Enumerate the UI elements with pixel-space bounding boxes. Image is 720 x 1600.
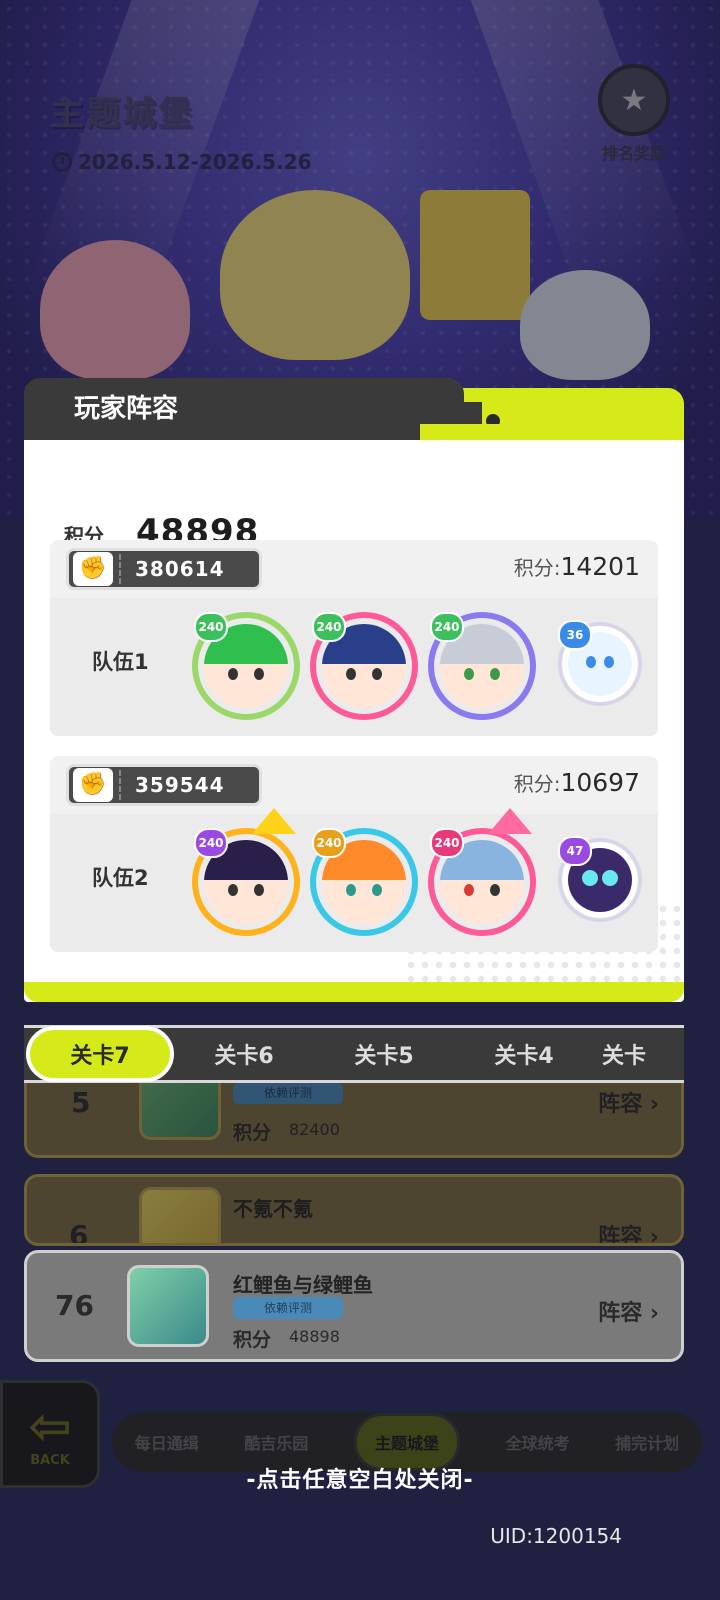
player-id-chip: ✊ 380614 — [66, 548, 262, 590]
modal-body: 积分 48898 ✊ 380614 积分:14201 队伍1 240 240 2… — [24, 424, 684, 1002]
eye — [464, 884, 474, 896]
team-score-label: 积分: — [513, 556, 561, 580]
team-card: ✊ 359544 积分:10697 队伍2 240 240 240 47 — [50, 756, 658, 952]
tab-stage-6[interactable]: 关卡6 — [174, 1038, 314, 1070]
team-score-label: 积分: — [513, 772, 561, 796]
close-hint: -点击任意空白处关闭- — [246, 1468, 474, 1493]
divider — [119, 554, 121, 584]
member-avatar[interactable]: 240 — [192, 612, 300, 720]
eye — [228, 668, 238, 680]
score-value: 48898 — [289, 1327, 340, 1346]
eye — [228, 884, 238, 896]
team-card: ✊ 380614 积分:14201 队伍1 240 240 240 36 — [50, 540, 658, 736]
player-tag: 依赖评测 — [233, 1297, 343, 1319]
player-id: 380614 — [135, 557, 225, 581]
team-score-value: 10697 — [560, 768, 640, 797]
stage-tab-bar: 关卡7 关卡6 关卡5 关卡4 关卡 — [24, 1025, 684, 1083]
tab-stage-4[interactable]: 关卡4 — [454, 1038, 594, 1070]
tab-stage-7[interactable]: 关卡7 — [26, 1026, 174, 1082]
eye — [464, 668, 474, 680]
my-ranking-row: 76 红鲤鱼与绿鲤鱼 依赖评测 积分 48898 阵容 › — [24, 1250, 684, 1362]
member-avatar[interactable]: 240 — [310, 612, 418, 720]
eye — [254, 884, 264, 896]
crown-icon — [252, 808, 296, 834]
member-avatar[interactable]: 240 — [310, 828, 418, 936]
eye — [346, 884, 356, 896]
eye — [586, 656, 596, 668]
eye — [254, 668, 264, 680]
team-score: 积分:10697 — [514, 768, 640, 797]
lineup-label: 阵容 — [598, 1301, 643, 1326]
team-name: 队伍2 — [92, 866, 149, 890]
eye — [490, 668, 500, 680]
player-avatar — [127, 1265, 209, 1347]
team-score-value: 14201 — [560, 552, 640, 581]
eye — [372, 668, 382, 680]
level-badge: 240 — [312, 612, 346, 642]
level-badge: 240 — [194, 612, 228, 642]
level-badge: 240 — [430, 828, 464, 858]
eye — [372, 884, 382, 896]
player-id-chip: ✊ 359544 — [66, 764, 262, 806]
tab-stage-next[interactable]: 关卡 — [594, 1038, 654, 1070]
eye — [582, 870, 598, 886]
level-badge: 240 — [194, 828, 228, 858]
level-badge: 240 — [430, 612, 464, 642]
team-name: 队伍1 — [92, 650, 149, 674]
player-id: 359544 — [135, 773, 225, 797]
team-members: 队伍1 240 240 240 36 — [50, 598, 658, 736]
eye — [604, 656, 614, 668]
crown-icon — [488, 808, 532, 834]
user-id: UID:1200154 — [490, 1524, 622, 1548]
eye — [346, 668, 356, 680]
member-avatar[interactable]: 240 — [428, 612, 536, 720]
level-badge: 240 — [312, 828, 346, 858]
team-score: 积分:14201 — [514, 552, 640, 581]
eye — [490, 884, 500, 896]
pet-avatar[interactable]: 47 — [558, 836, 642, 922]
player-lineup-modal: 玩家阵容 积分 48898 ✊ 380614 积分:14201 队伍1 240 — [24, 378, 684, 1020]
header-stripe — [24, 424, 684, 440]
lineup-button[interactable]: 阵容 › — [598, 1295, 659, 1327]
eye — [602, 870, 618, 886]
fist-icon: ✊ — [73, 768, 113, 802]
team-members: 队伍2 240 240 240 47 — [50, 808, 658, 952]
pet-avatar[interactable]: 36 — [558, 620, 642, 706]
tab-stage-5[interactable]: 关卡5 — [314, 1038, 454, 1070]
rank-number: 76 — [55, 1289, 94, 1322]
score-label: 积分 — [233, 1329, 272, 1351]
divider — [119, 770, 121, 800]
fist-icon: ✊ — [73, 552, 113, 586]
member-avatar[interactable]: 240 — [428, 808, 536, 936]
level-badge: 47 — [558, 836, 592, 866]
member-avatar[interactable]: 240 — [192, 808, 300, 936]
player-name: 红鲤鱼与绿鲤鱼 — [233, 1273, 373, 1297]
level-badge: 36 — [558, 620, 592, 650]
modal-footer-bar — [24, 982, 684, 1002]
